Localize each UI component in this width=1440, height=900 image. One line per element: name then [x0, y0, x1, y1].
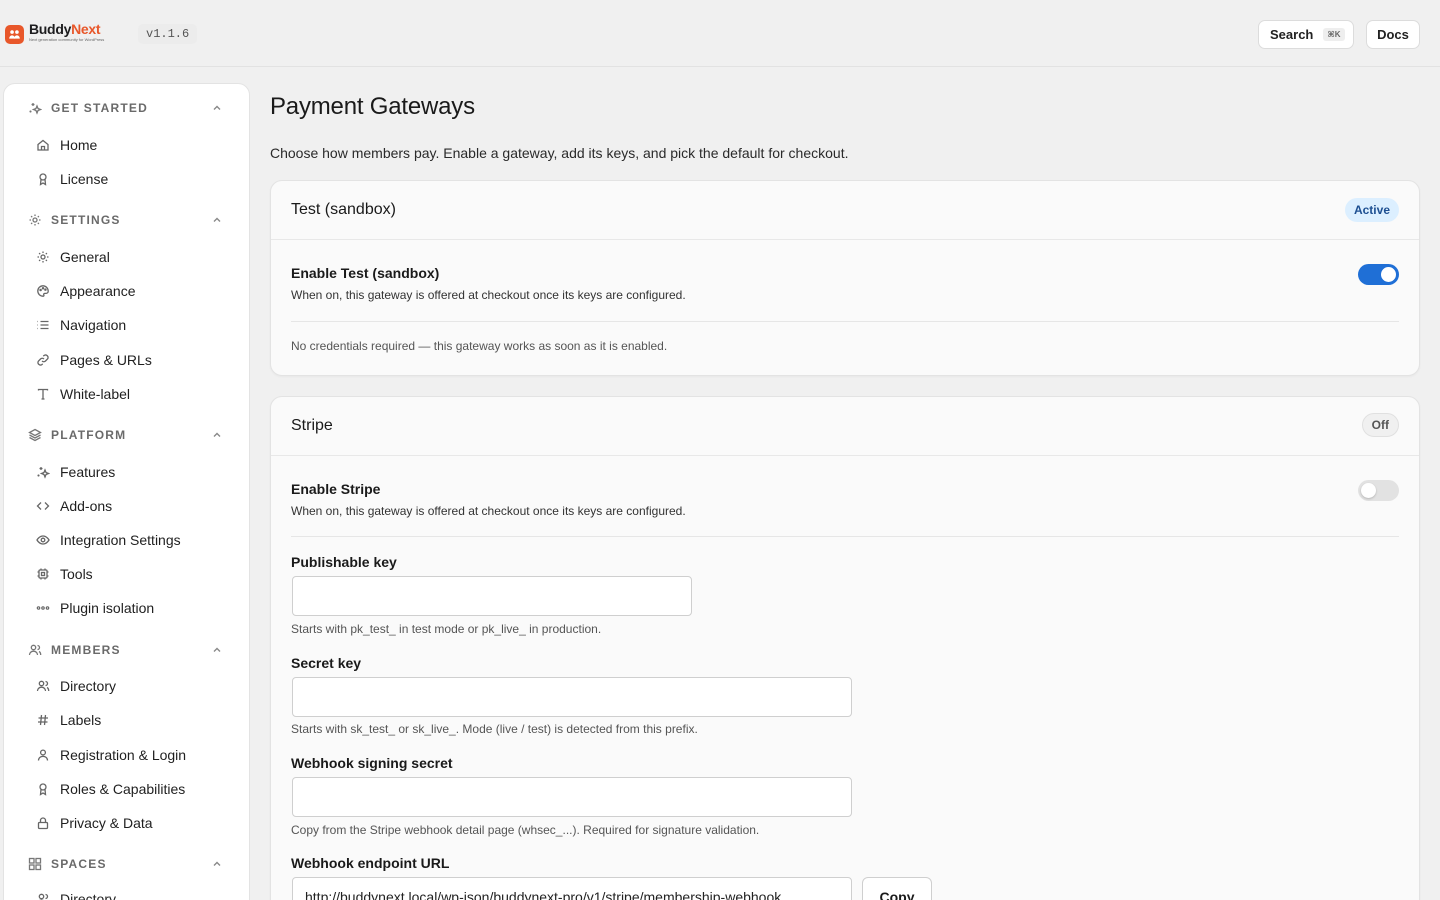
section-platform[interactable]: PLATFORM	[28, 425, 228, 445]
page-title: Payment Gateways	[270, 93, 475, 120]
search-button[interactable]: Search ⌘K	[1258, 20, 1354, 49]
webhook-secret-label: Webhook signing secret	[291, 755, 453, 771]
sidebar-item-white-label[interactable]: White-label	[36, 382, 236, 406]
sidebar-item-home[interactable]: Home	[36, 133, 236, 157]
link-icon	[36, 353, 50, 367]
award-icon	[36, 172, 50, 186]
secret-key-help: Starts with sk_test_ or sk_live_. Mode (…	[291, 722, 698, 736]
hash-icon	[36, 713, 50, 727]
eye-icon	[36, 533, 50, 547]
status-badge: Active	[1344, 198, 1399, 222]
section-settings[interactable]: SETTINGS	[28, 210, 228, 230]
sidebar-item-members-directory[interactable]: Directory	[36, 674, 236, 698]
chevron-up-icon	[211, 644, 223, 656]
sparkles-icon	[28, 101, 42, 115]
section-members[interactable]: MEMBERS	[28, 640, 228, 660]
publishable-key-help: Starts with pk_test_ in test mode or pk_…	[291, 622, 602, 636]
sidebar-item-integration-settings[interactable]: Integration Settings	[36, 528, 236, 552]
sparkles-icon	[36, 465, 50, 479]
search-label: Search	[1270, 27, 1314, 42]
webhook-url-input[interactable]	[292, 877, 852, 900]
publishable-key-input[interactable]	[292, 576, 692, 616]
divider	[291, 536, 1399, 537]
sidebar-item-general[interactable]: General	[36, 245, 236, 269]
code-icon	[36, 499, 50, 513]
enable-stripe-toggle[interactable]	[1358, 480, 1399, 501]
enable-description: When on, this gateway is offered at chec…	[291, 504, 686, 518]
sidebar-item-license[interactable]: License	[36, 167, 236, 191]
gear-icon	[28, 213, 42, 227]
brand-tagline: Next generation community for WordPress	[29, 37, 105, 42]
sidebar-item-privacy-data[interactable]: Privacy & Data	[36, 811, 236, 835]
divider	[291, 321, 1399, 322]
home-icon	[36, 138, 50, 152]
cpu-icon	[36, 567, 50, 581]
sidebar-item-registration-login[interactable]: Registration & Login	[36, 743, 236, 767]
section-spaces[interactable]: SPACES	[28, 854, 228, 874]
type-icon	[36, 387, 50, 401]
sidebar-item-features[interactable]: Features	[36, 460, 236, 484]
enable-description: When on, this gateway is offered at chec…	[291, 288, 686, 302]
gateway-card-stripe: Stripe Off Enable Stripe When on, this g…	[270, 396, 1420, 900]
gateway-title: Test (sandbox)	[291, 201, 396, 218]
layers-icon	[28, 428, 42, 442]
card-header: Stripe Off	[271, 397, 1419, 456]
sidebar-item-pages-urls[interactable]: Pages & URLs	[36, 348, 236, 372]
lock-icon	[36, 816, 50, 830]
dots-icon	[36, 601, 50, 615]
brand-name: BuddyNext	[29, 21, 101, 37]
chevron-up-icon	[211, 214, 223, 226]
gear-icon	[36, 250, 50, 264]
brand-logo[interactable]: BuddyNext Next generation community for …	[5, 22, 104, 44]
sidebar-item-navigation[interactable]: Navigation	[36, 313, 236, 337]
chevron-up-icon	[211, 858, 223, 870]
sidebar-item-spaces-directory[interactable]: Directory	[36, 887, 236, 900]
users-icon	[36, 679, 50, 693]
award-icon	[36, 782, 50, 796]
palette-icon	[36, 284, 50, 298]
card-header: Test (sandbox) Active	[271, 181, 1419, 240]
sidebar: GET STARTED Home License SETTINGS Genera…	[3, 83, 250, 900]
sidebar-item-add-ons[interactable]: Add-ons	[36, 494, 236, 518]
version-badge: v1.1.6	[138, 24, 198, 44]
search-shortcut: ⌘K	[1323, 28, 1345, 41]
enable-label: Enable Test (sandbox)	[291, 265, 440, 281]
grid-icon	[28, 857, 42, 871]
webhook-url-label: Webhook endpoint URL	[291, 855, 450, 871]
status-badge: Off	[1361, 413, 1399, 437]
sidebar-item-appearance[interactable]: Appearance	[36, 279, 236, 303]
docs-button[interactable]: Docs	[1366, 20, 1420, 49]
webhook-secret-input[interactable]	[292, 777, 852, 817]
secret-key-input[interactable]	[292, 677, 852, 717]
list-icon	[36, 318, 50, 332]
top-bar: BuddyNext Next generation community for …	[0, 0, 1440, 67]
logo-icon	[5, 25, 24, 44]
webhook-secret-help: Copy from the Stripe webhook detail page…	[291, 823, 760, 837]
copy-webhook-url-button[interactable]: Copy	[862, 877, 932, 900]
chevron-up-icon	[211, 429, 223, 441]
publishable-key-label: Publishable key	[291, 554, 397, 570]
page-description: Choose how members pay. Enable a gateway…	[270, 145, 849, 161]
gateway-card-test: Test (sandbox) Active Enable Test (sandb…	[270, 180, 1420, 376]
gateway-title: Stripe	[291, 417, 333, 434]
enable-label: Enable Stripe	[291, 481, 381, 497]
enable-test-toggle[interactable]	[1358, 264, 1399, 285]
user-icon	[36, 748, 50, 762]
sidebar-item-labels[interactable]: Labels	[36, 708, 236, 732]
section-get-started[interactable]: GET STARTED	[28, 98, 228, 118]
chevron-up-icon	[211, 102, 223, 114]
sidebar-item-roles-capabilities[interactable]: Roles & Capabilities	[36, 777, 236, 801]
secret-key-label: Secret key	[291, 655, 362, 671]
users-icon	[36, 892, 50, 900]
credentials-note: No credentials required — this gateway w…	[291, 339, 668, 353]
sidebar-item-tools[interactable]: Tools	[36, 562, 236, 586]
users-icon	[28, 643, 42, 657]
sidebar-item-plugin-isolation[interactable]: Plugin isolation	[36, 596, 236, 620]
